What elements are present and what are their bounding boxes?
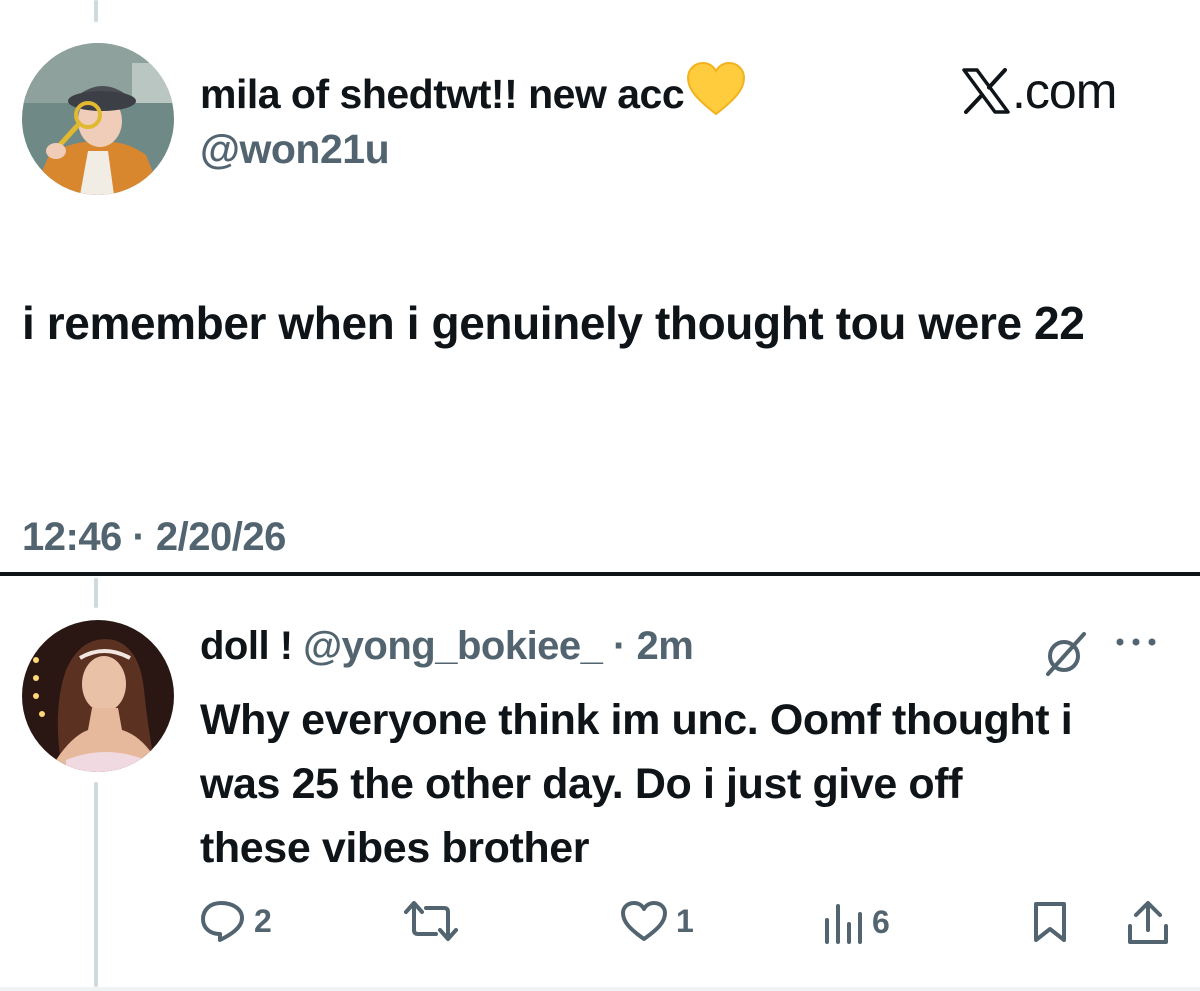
thread-line-reply-top (94, 578, 98, 608)
reply-age[interactable]: · 2m (613, 624, 694, 668)
person-with-magnifier-avatar (22, 43, 174, 195)
like-button[interactable]: 1 (620, 900, 694, 942)
author-name-text: mila of shedtwt!! new acc (200, 71, 685, 117)
reply-header: doll ! @yong_bokiee_ · 2m (200, 624, 694, 669)
reply-handle[interactable]: @yong_bokiee_ (303, 624, 603, 668)
avatar[interactable] (22, 43, 174, 195)
share-button[interactable] (1126, 900, 1170, 946)
grok-icon[interactable] (1042, 630, 1090, 683)
thread-line-top (94, 0, 98, 22)
bookmark-button[interactable] (1032, 900, 1068, 944)
share-icon (1128, 901, 1168, 944)
repost-icon (404, 901, 458, 941)
repost-button[interactable] (404, 900, 466, 942)
like-count: 1 (676, 902, 694, 939)
brand-domain: .com (1012, 63, 1117, 119)
reply-button[interactable]: 2 (200, 900, 272, 942)
brand-watermark: .com (962, 62, 1117, 126)
reply-count: 2 (254, 902, 272, 939)
more-options-icon[interactable] (1114, 632, 1158, 657)
woman-portrait-avatar (22, 620, 174, 772)
author-display-name[interactable]: mila of shedtwt!! new acc (200, 61, 746, 126)
tweet-timestamp[interactable]: 12:46 · 2/20/26 (22, 515, 286, 560)
views-count: 6 (872, 903, 890, 940)
reply-display-name[interactable]: doll ! (200, 624, 293, 668)
bottom-border (0, 987, 1200, 991)
reply-avatar[interactable] (22, 620, 174, 772)
heart-icon (621, 901, 667, 941)
tweet-text: i remember when i genuinely thought tou … (22, 297, 1085, 349)
reply-bubble-icon (201, 901, 244, 942)
reply-text: Why everyone think im unc. Oomf thought … (200, 696, 1073, 872)
x-logo-icon (962, 68, 1010, 126)
views-chart-icon (825, 904, 862, 944)
tweet-divider (0, 572, 1200, 576)
yellow-heart-icon (686, 61, 746, 126)
bookmark-icon (1034, 902, 1066, 942)
views-button[interactable]: 6 (822, 900, 890, 944)
thread-line-reply-bottom (94, 782, 98, 987)
author-handle[interactable]: @won21u (200, 126, 390, 173)
